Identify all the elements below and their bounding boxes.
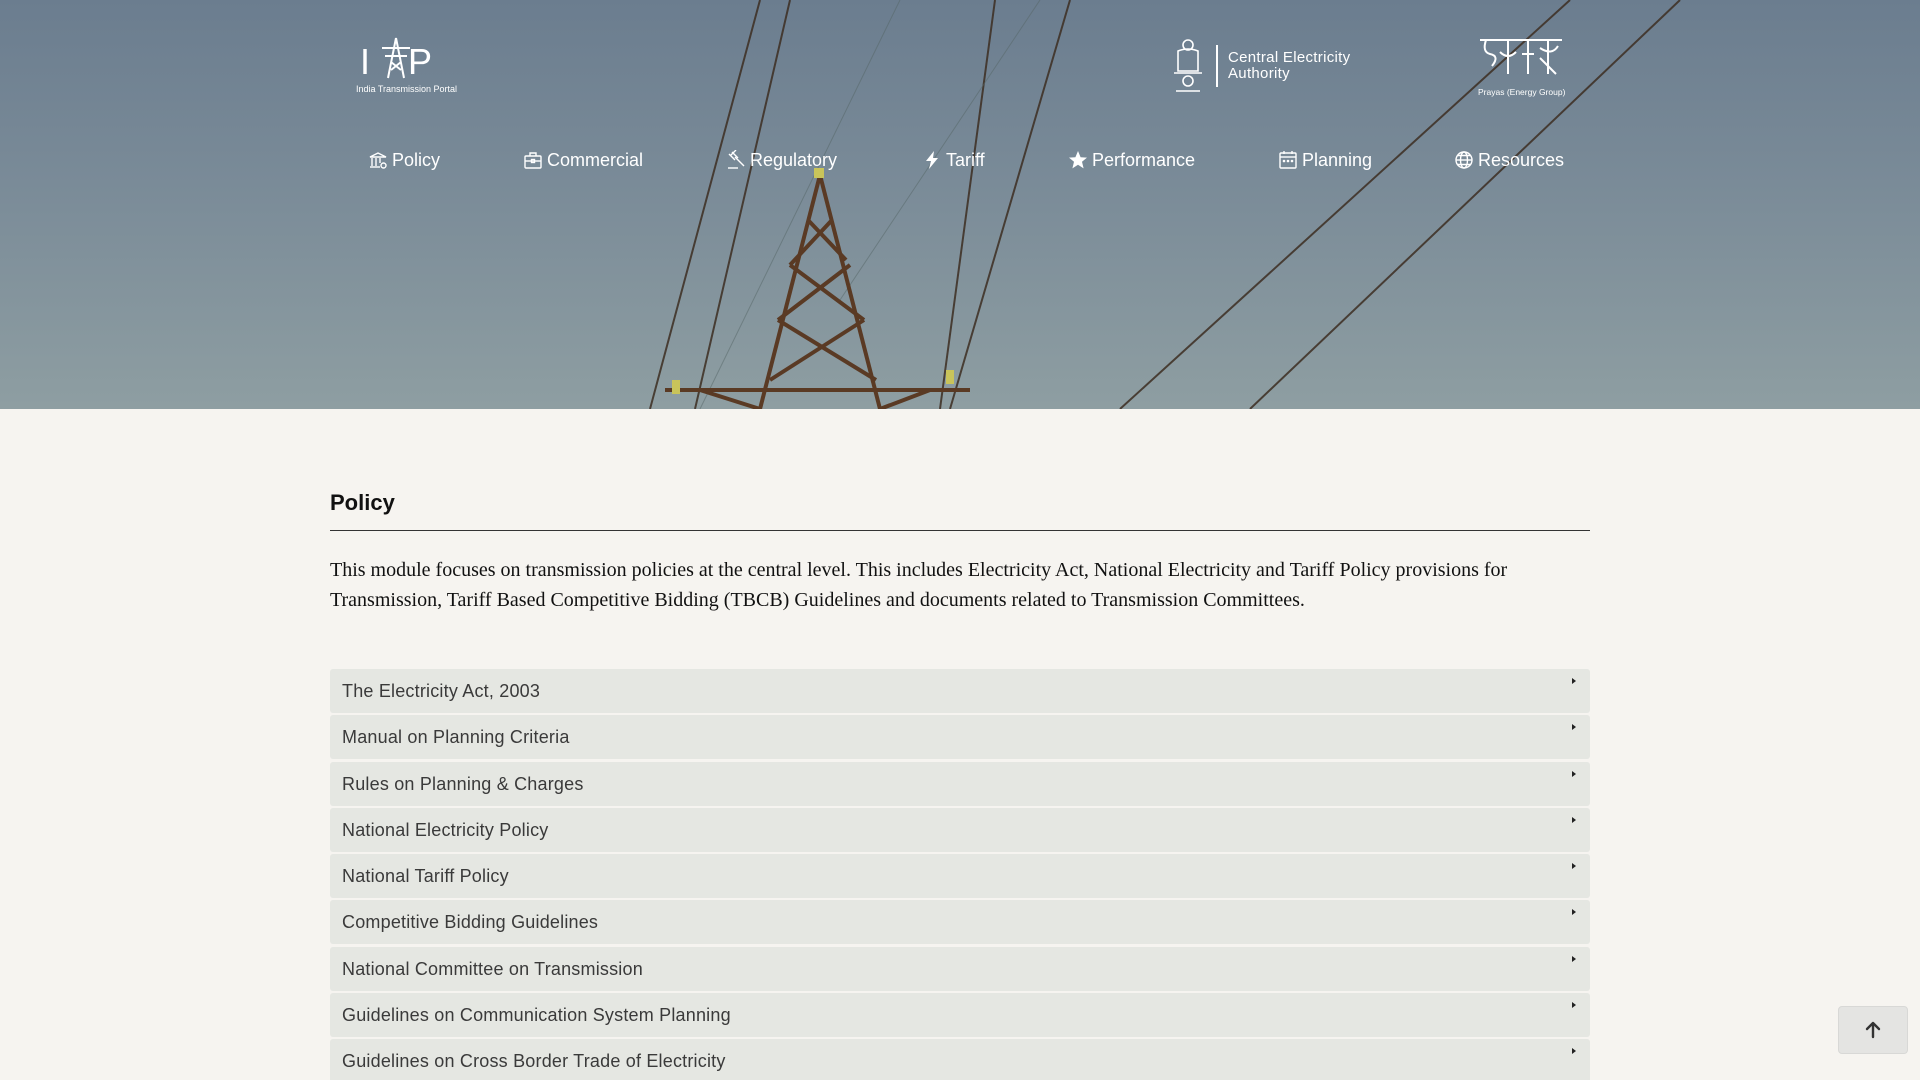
caret-right-icon	[1572, 863, 1576, 870]
globe-icon	[1455, 151, 1473, 169]
prayas-logo[interactable]: Prayas (Energy Group)	[1478, 34, 1566, 97]
nav-item-commercial[interactable]: Commercial	[523, 146, 643, 174]
nav-item-resources[interactable]: Resources	[1454, 146, 1564, 174]
accordion-item-label: Rules on Planning & Charges	[342, 773, 584, 794]
caret-right-icon	[1572, 1048, 1576, 1055]
accordion-item-rules-planning-charges[interactable]: Rules on Planning & Charges	[330, 761, 1590, 806]
prayas-devanagari-logo	[1480, 39, 1562, 75]
policy-icon	[369, 152, 387, 169]
caret-right-icon	[1572, 816, 1576, 823]
cea-logo-line1: Central Electricity	[1228, 49, 1351, 66]
nav-label-tariff: Tariff	[946, 149, 985, 170]
intro-paragraph: This module focuses on transmission poli…	[330, 559, 1508, 611]
main-nav: Policy Commercial Regulatory Tariff Perf…	[0, 146, 1920, 174]
caret-right-icon	[1572, 1002, 1576, 1009]
tower-icon	[382, 37, 410, 79]
nav-label-planning: Planning	[1302, 149, 1373, 170]
hero-banner: I P India Transmission Portal Central El…	[0, 0, 1920, 409]
itp-logo-letter-i: I	[360, 41, 371, 82]
national-emblem-icon	[1174, 39, 1202, 92]
nav-label-commercial: Commercial	[547, 149, 644, 170]
nav-item-performance[interactable]: Performance	[1068, 146, 1195, 174]
lightning-icon	[926, 151, 938, 169]
nav-label-resources: Resources	[1478, 149, 1565, 170]
nav-label-performance: Performance	[1092, 149, 1196, 170]
cea-logo-line2: Authority	[1228, 65, 1290, 82]
gavel-icon	[728, 150, 745, 169]
nav-item-policy[interactable]: Policy	[368, 146, 440, 174]
logo-divider	[1216, 45, 1218, 87]
scroll-to-top-button[interactable]	[1838, 1006, 1908, 1054]
accordion-item-label: National Committee on Transmission	[342, 958, 643, 979]
nav-label-regulatory: Regulatory	[750, 149, 838, 170]
nav-label-policy: Policy	[392, 149, 441, 170]
caret-right-icon	[1572, 724, 1576, 731]
caret-right-icon	[1572, 909, 1576, 916]
accordion-item-label: Guidelines on Cross Border Trade of Elec…	[342, 1051, 726, 1072]
nav-item-tariff[interactable]: Tariff	[922, 146, 985, 174]
accordion-item-electricity-act[interactable]: The Electricity Act, 2003	[330, 669, 1590, 713]
caret-right-icon	[1572, 678, 1576, 684]
accordion-item-label: Manual on Planning Criteria	[342, 727, 570, 748]
itp-logo-subtitle: India Transmission Portal	[356, 84, 458, 94]
caret-right-icon	[1572, 770, 1576, 777]
accordion-item-electricity-policy[interactable]: National Electricity Policy	[330, 807, 1590, 852]
calendar-icon	[1279, 151, 1297, 169]
nav-item-regulatory[interactable]: Regulatory	[726, 146, 837, 174]
accordion-item-label: National Electricity Policy	[342, 819, 549, 840]
transmission-tower-photo	[649, 0, 1681, 409]
nav-item-planning[interactable]: Planning	[1278, 146, 1372, 174]
accordion-item-label: Competitive Bidding Guidelines	[342, 912, 599, 933]
page-title: Policy	[330, 490, 395, 515]
cea-logo-text: Central Electricity Authority	[1228, 50, 1350, 82]
accordion-item-cross-border-trade[interactable]: Guidelines on Cross Border Trade of Elec…	[330, 1039, 1590, 1080]
accordion-item-tariff-policy[interactable]: National Tariff Policy	[330, 854, 1590, 899]
policy-accordion: The Electricity Act, 2003 Manual on Plan…	[330, 669, 1590, 1080]
prayas-logo-subtitle: Prayas (Energy Group)	[1478, 87, 1566, 97]
accordion-item-communication-planning[interactable]: Guidelines on Communication System Plann…	[330, 993, 1590, 1038]
accordion-item-label: Guidelines on Communication System Plann…	[342, 1005, 731, 1026]
cea-logo[interactable]: Central Electricity Authority	[1168, 36, 1368, 96]
accordion-item-bidding-guidelines[interactable]: Competitive Bidding Guidelines	[330, 900, 1590, 945]
accordion-item-planning-criteria[interactable]: Manual on Planning Criteria	[330, 715, 1590, 760]
briefcase-icon	[524, 152, 542, 169]
accordion-item-committee-transmission[interactable]: National Committee on Transmission	[330, 946, 1590, 991]
itp-logo[interactable]: I P India Transmission Portal	[356, 36, 458, 96]
caret-right-icon	[1572, 955, 1576, 962]
arrow-up-icon	[1865, 1021, 1881, 1039]
star-icon	[1069, 151, 1087, 169]
accordion-item-label: The Electricity Act, 2003	[342, 681, 541, 701]
main-content: Policy This module focuses on transmissi…	[330, 486, 1590, 615]
accordion-item-label: National Tariff Policy	[342, 866, 509, 887]
title-divider	[330, 530, 1590, 531]
